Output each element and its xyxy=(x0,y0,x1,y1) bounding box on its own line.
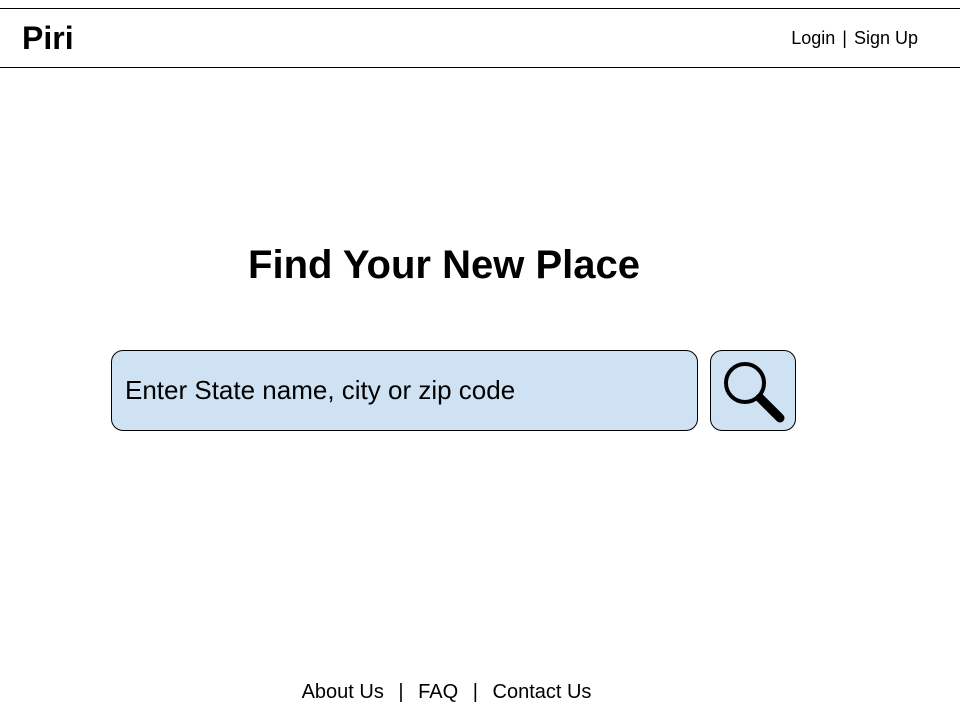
page: Piri Login | Sign Up Find Your New Place… xyxy=(0,0,960,720)
footer-separator: | xyxy=(398,681,404,703)
search-input[interactable] xyxy=(111,350,698,431)
header: Piri Login | Sign Up xyxy=(0,8,960,68)
footer-separator: | xyxy=(472,681,478,703)
auth-links: Login | Sign Up xyxy=(791,28,918,48)
search-button[interactable] xyxy=(710,350,796,431)
faq-link[interactable]: FAQ xyxy=(418,681,458,703)
signup-link[interactable]: Sign Up xyxy=(854,28,918,48)
page-title: Find Your New Place xyxy=(248,243,640,287)
contact-us-link[interactable]: Contact Us xyxy=(493,681,592,703)
login-link[interactable]: Login xyxy=(791,28,835,48)
search-icon xyxy=(724,362,785,423)
auth-separator: | xyxy=(842,28,847,48)
about-us-link[interactable]: About Us xyxy=(302,681,384,703)
site-logo[interactable]: Piri xyxy=(22,20,74,56)
footer-nav: About Us | FAQ | Contact Us xyxy=(0,680,893,704)
